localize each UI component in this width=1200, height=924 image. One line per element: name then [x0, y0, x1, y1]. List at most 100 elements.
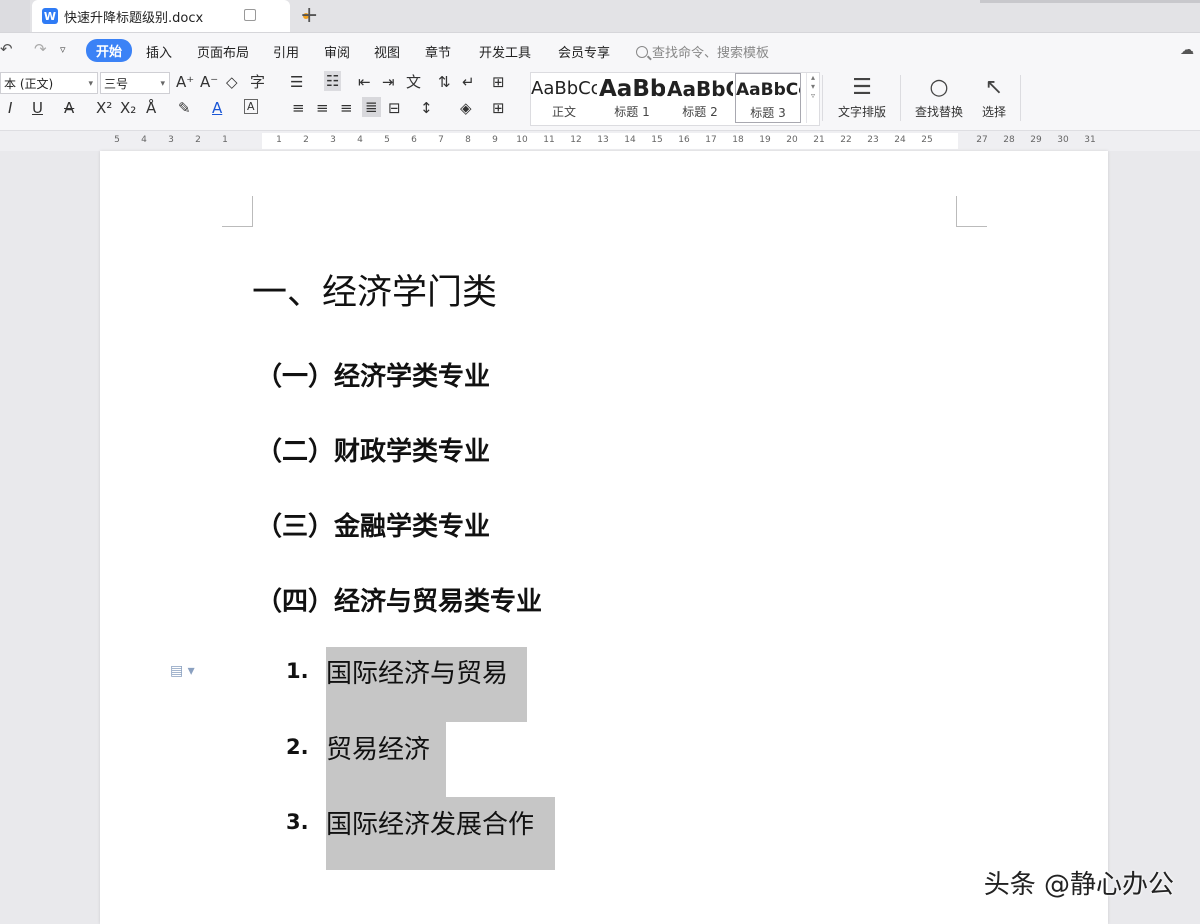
new-tab-button[interactable]: + [300, 3, 318, 29]
font-name-value: 本 (正文) [4, 77, 54, 91]
document-page[interactable]: 一、经济学门类 （一）经济学类专业 （二）财政学类专业 （三）金融学类专业 （四… [100, 151, 1108, 924]
borders-icon[interactable]: ⊞ [492, 99, 505, 117]
grow-font-icon[interactable]: A⁺ [176, 73, 194, 91]
align-right-icon[interactable]: ≡ [340, 99, 353, 117]
text-layout-icon: ☰ [852, 75, 872, 100]
menu-tab-insert[interactable]: 插入 [146, 42, 172, 61]
align-left-icon[interactable]: ≡ [292, 99, 305, 117]
font-name-select[interactable]: 本 (正文) ▾ [0, 72, 98, 94]
heading-2[interactable]: （一）经济学类专业 [256, 356, 490, 393]
menu-tab-view[interactable]: 视图 [374, 42, 400, 61]
cursor-arrow-icon: ↖ [984, 75, 1004, 100]
list-item-number: 2. [286, 735, 309, 759]
text-layout-button[interactable]: ☰ 文字排版 [832, 73, 892, 120]
find-replace-button[interactable]: ○ 查找替换 [908, 73, 970, 120]
italic-icon[interactable]: I [8, 99, 12, 117]
text-effect-icon[interactable]: Å [146, 99, 156, 117]
highlight-icon[interactable]: ✎ [178, 99, 191, 117]
menu-tab-review[interactable]: 审阅 [324, 42, 350, 61]
decrease-indent-icon[interactable]: ⇤ [358, 73, 371, 91]
list-item-text[interactable]: 国际经济与贸易 [326, 653, 508, 690]
paragraph-layout-icon[interactable]: ▤ ▾ [170, 663, 195, 679]
align-justify-icon[interactable]: ≣ [362, 97, 381, 117]
select-label: 选择 [981, 105, 1006, 119]
ruler-tick: 22 [840, 135, 852, 145]
char-border-icon[interactable]: A [244, 99, 258, 114]
ruler-tick: 28 [1003, 135, 1015, 145]
font-color-icon[interactable]: A [212, 99, 222, 117]
style-heading-2[interactable]: AaBbC 标题 2 [667, 73, 733, 123]
tab-stops-icon[interactable]: ⊞ [492, 73, 505, 91]
menu-tab-chapter[interactable]: 章节 [425, 42, 451, 61]
list-item-text[interactable]: 贸易经济 [326, 729, 430, 766]
shrink-font-icon[interactable]: A⁻ [200, 73, 218, 91]
ruler-tick: 1 [276, 135, 282, 145]
list-item-text[interactable]: 国际经济发展合作 [326, 804, 534, 841]
font-size-select[interactable]: 三号 ▾ [100, 72, 170, 94]
phonetic-guide-icon[interactable]: 字 [250, 73, 265, 91]
heading-1[interactable]: 一、经济学门类 [252, 264, 497, 315]
chinese-layout-icon[interactable]: 文 [406, 73, 421, 91]
increase-indent-icon[interactable]: ⇥ [382, 73, 395, 91]
ruler-tick: 25 [921, 135, 933, 145]
ruler-tick: 6 [411, 135, 417, 145]
document-tab-title: 快速升降标题级别.docx [64, 10, 204, 26]
menu-tab-references[interactable]: 引用 [273, 42, 299, 61]
command-search[interactable]: 查找命令、搜索模板 [636, 42, 769, 61]
ruler-tick: 19 [759, 135, 771, 145]
style-normal-sample: AaBbCcI [531, 78, 597, 99]
pin-tab-icon[interactable] [244, 9, 256, 21]
style-normal-label: 正文 [551, 105, 576, 119]
chevron-down-icon: ▾ [160, 79, 165, 89]
align-center-icon[interactable]: ≡ [316, 99, 329, 117]
search-icon [636, 45, 648, 58]
ribbon-separator [900, 75, 901, 121]
magnifier-icon: ○ [929, 75, 949, 100]
style-gallery-scroll[interactable]: ▴ ▾ ▿ [806, 73, 819, 123]
heading-2[interactable]: （二）财政学类专业 [256, 431, 490, 468]
heading-2[interactable]: （三）金融学类专业 [256, 506, 490, 543]
numbered-list-icon[interactable]: ☷ [324, 71, 342, 91]
command-search-placeholder: 查找命令、搜索模板 [652, 46, 770, 61]
chevron-down-icon: ▾ [88, 79, 93, 89]
document-tab[interactable]: W 快速升降标题级别.docx [32, 0, 309, 32]
redo-icon[interactable]: ↷ [34, 40, 47, 58]
menu-tab-page-layout[interactable]: 页面布局 [197, 42, 249, 61]
sort-icon[interactable]: ⇅ [438, 73, 451, 91]
menu-tab-member[interactable]: 会员专享 [558, 42, 610, 61]
cloud-sync-icon[interactable]: ☁ [1180, 42, 1194, 58]
show-marks-icon[interactable]: ↵ [462, 73, 475, 91]
ruler-tick: 4 [357, 135, 363, 145]
ribbon-separator [822, 75, 823, 121]
superscript-icon[interactable]: X² [96, 99, 112, 117]
style-gallery: AaBbCcI 正文 AaBb 标题 1 AaBbC 标题 2 AaBbCc 标… [530, 72, 820, 126]
horizontal-ruler[interactable]: 5 4 3 2 1 1 2 3 4 5 6 7 8 9 10 11 12 13 … [0, 131, 1200, 151]
undo-icon[interactable]: ↶ [0, 40, 13, 58]
select-button[interactable]: ↖ 选择 [974, 73, 1014, 120]
line-spacing-icon[interactable]: ↕ [420, 99, 433, 117]
style-heading-3[interactable]: AaBbCc 标题 3 [735, 73, 801, 123]
style-heading-1[interactable]: AaBb 标题 1 [599, 73, 665, 123]
distributed-align-icon[interactable]: ⊟ [388, 99, 401, 117]
heading-2[interactable]: （四）经济与贸易类专业 [256, 581, 542, 618]
style-heading-1-label: 标题 1 [614, 105, 650, 119]
subscript-icon[interactable]: X₂ [120, 99, 136, 117]
menu-tab-developer[interactable]: 开发工具 [479, 42, 531, 61]
quick-access-dropdown-icon[interactable]: ▿ [60, 43, 66, 56]
shading-icon[interactable]: ◈ [460, 99, 472, 117]
clear-format-icon[interactable]: ◇ [226, 73, 238, 91]
strikethrough-icon[interactable]: A [64, 99, 74, 117]
bullet-list-icon[interactable]: ☰ [290, 73, 303, 91]
ruler-tick: 11 [543, 135, 555, 145]
ruler-tick: 31 [1084, 135, 1096, 145]
underline-icon[interactable]: U [32, 99, 43, 117]
style-normal[interactable]: AaBbCcI 正文 [531, 73, 597, 123]
wps-writer-icon: W [42, 8, 58, 24]
font-size-value: 三号 [104, 77, 129, 91]
ruler-tick: 15 [651, 135, 663, 145]
list-item-number: 1. [286, 659, 309, 683]
ruler-tick: 14 [624, 135, 636, 145]
tab-bar-left-area[interactable] [0, 0, 30, 32]
ruler-tick: 21 [813, 135, 825, 145]
menu-tab-home[interactable]: 开始 [86, 39, 133, 62]
